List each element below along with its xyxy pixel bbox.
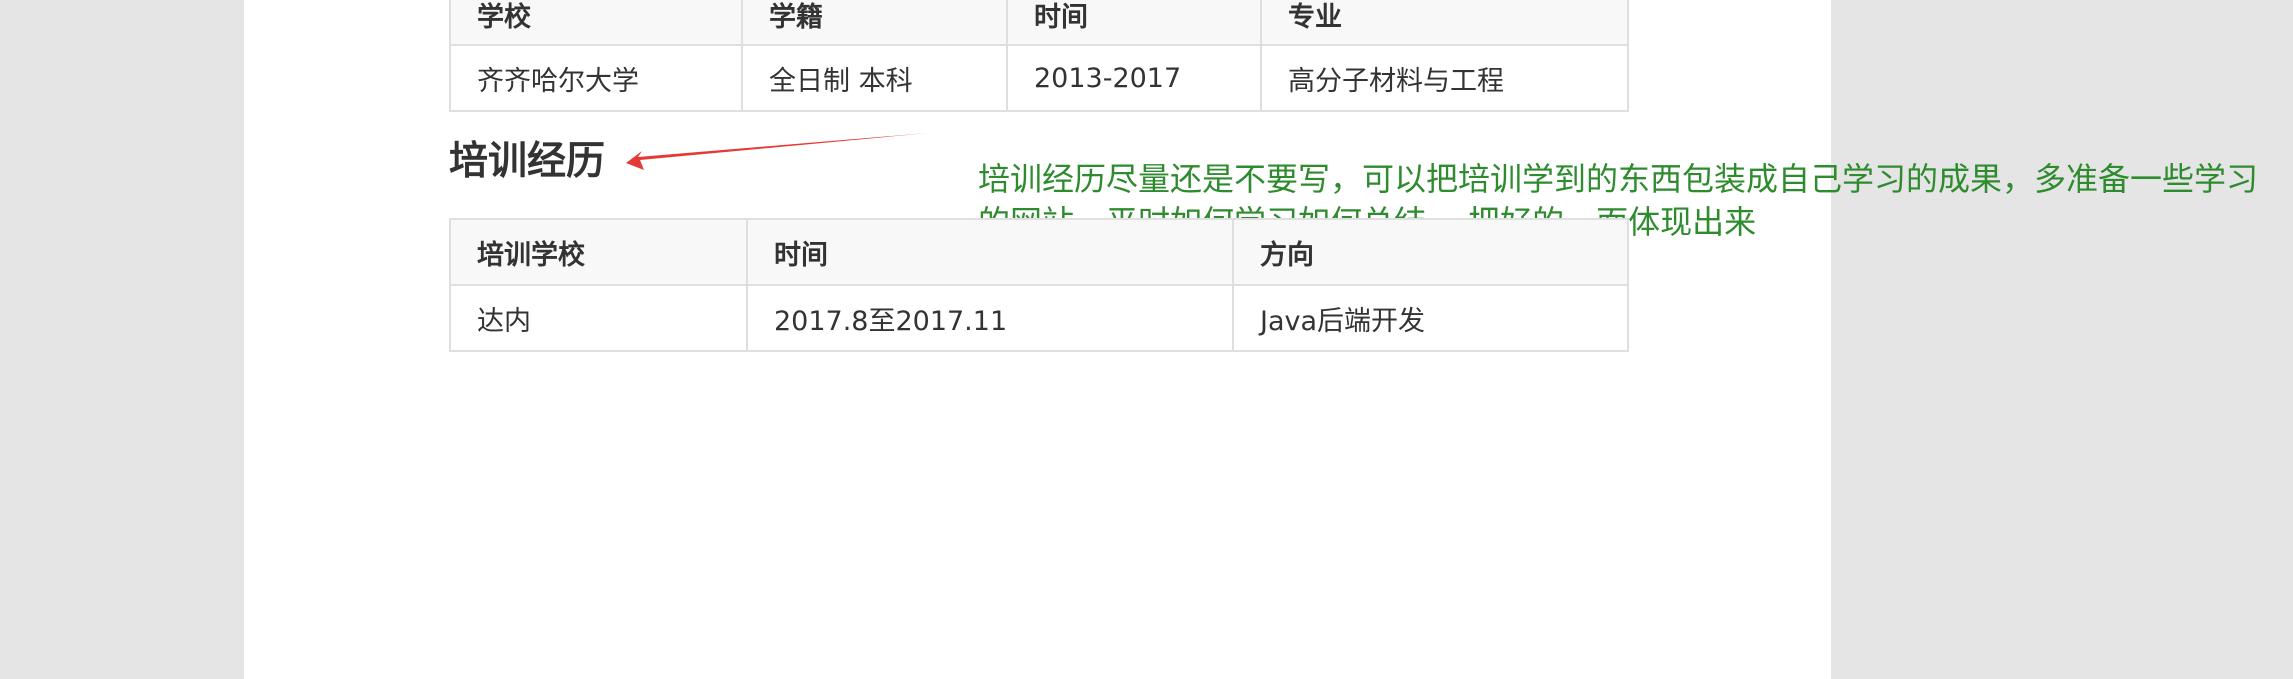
header-cell-enrollment: 学籍 [741, 0, 1008, 46]
header-cell-major: 专业 [1260, 0, 1629, 46]
header-cell-period: 时间 [1006, 0, 1262, 46]
table-row: 齐齐哈尔大学 全日制 本科 2013-2017 高分子材料与工程 [449, 44, 1629, 112]
cell-training-school: 达内 [449, 284, 748, 352]
table-header-row: 培训学校 时间 方向 [449, 218, 1629, 286]
cell-enrollment: 全日制 本科 [741, 44, 1008, 112]
cell-period: 2017.8至2017.11 [746, 284, 1234, 352]
table-header-row: 学校 学籍 时间 专业 [449, 0, 1629, 46]
table-row: 达内 2017.8至2017.11 Java后端开发 [449, 284, 1629, 352]
section-title-training: 培训经历 [449, 139, 606, 184]
training-table: 培训学校 时间 方向 达内 2017.8至2017.11 Java后端开发 [449, 218, 1629, 352]
cell-direction: Java后端开发 [1232, 284, 1629, 352]
header-cell-direction: 方向 [1232, 218, 1629, 286]
header-cell-period: 时间 [746, 218, 1234, 286]
header-cell-training-school: 培训学校 [449, 218, 748, 286]
cell-school: 齐齐哈尔大学 [449, 44, 743, 112]
header-cell-school: 学校 [449, 0, 743, 46]
cell-period: 2013-2017 [1006, 44, 1262, 112]
cell-major: 高分子材料与工程 [1260, 44, 1629, 112]
education-table: 学校 学籍 时间 专业 齐齐哈尔大学 全日制 本科 2013-2017 高分子材… [449, 0, 1629, 112]
